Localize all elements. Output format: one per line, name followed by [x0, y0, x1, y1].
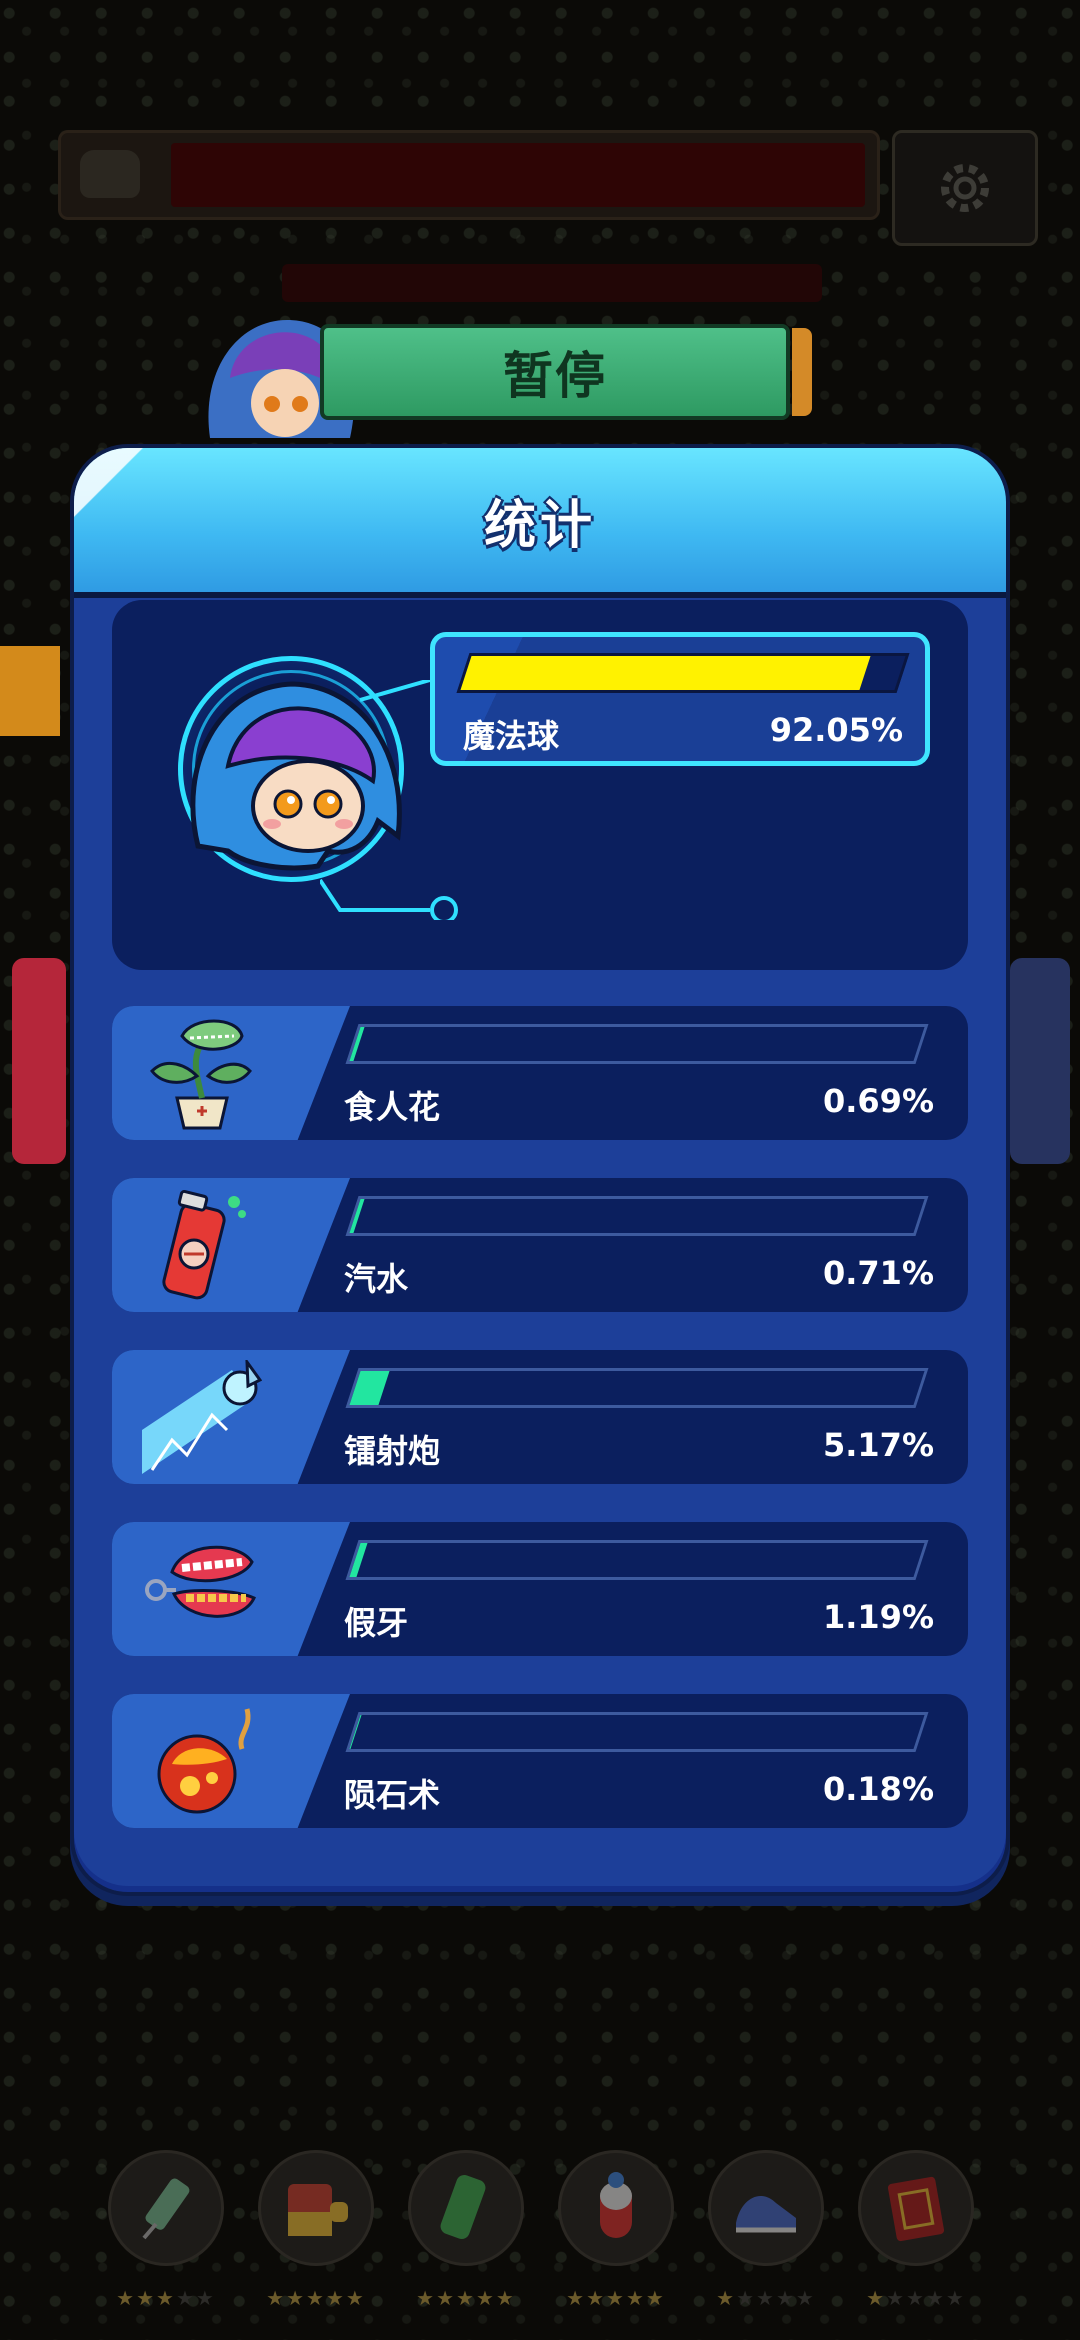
- weapon-name: 陨石术: [344, 1776, 441, 1814]
- false-teeth-icon: [145, 1545, 256, 1618]
- panel-title: 统计: [483, 495, 596, 556]
- main-weapon-percent: 92.05%: [769, 711, 903, 749]
- carnivorous-plant-icon: [150, 1019, 252, 1130]
- equipment-slot[interactable]: [708, 2150, 824, 2266]
- star-empty-icon: ★: [945, 2286, 966, 2310]
- pill-capsule-icon: [600, 2172, 632, 2238]
- equipment-slot[interactable]: [258, 2150, 374, 2266]
- weapon-bar-fill: [349, 1371, 390, 1405]
- weapon-name: 汽水: [344, 1260, 409, 1298]
- sneaker-icon: [736, 2195, 796, 2233]
- star-filled-icon: ★: [716, 2286, 737, 2310]
- star-filled-icon: ★: [436, 2286, 457, 2310]
- equipment-slot[interactable]: [858, 2150, 974, 2266]
- star-empty-icon: ★: [775, 2286, 796, 2310]
- star-filled-icon: ★: [156, 2286, 176, 2310]
- settings-button[interactable]: [892, 130, 1038, 246]
- star-filled-icon: ★: [345, 2286, 366, 2310]
- star-empty-icon: ★: [886, 2286, 907, 2310]
- star-filled-icon: ★: [286, 2286, 307, 2310]
- weapon-bar: [345, 1024, 929, 1064]
- star-filled-icon: ★: [566, 2286, 587, 2310]
- equipment-slot[interactable]: [408, 2150, 524, 2266]
- kungfu-book-icon: [887, 2176, 945, 2242]
- star-rating: ★★★★★: [401, 2286, 531, 2310]
- weapon-percent: 0.71%: [822, 1254, 934, 1292]
- weapon-name: 假牙: [344, 1604, 409, 1642]
- star-empty-icon: ★: [906, 2286, 926, 2310]
- main-weapon-bar: [456, 653, 910, 693]
- weapon-bar-fill: [349, 1543, 368, 1577]
- star-filled-icon: ★: [416, 2286, 437, 2310]
- panel-header: 统计: [74, 448, 1006, 598]
- skull-icon: [80, 150, 140, 198]
- star-empty-icon: ★: [795, 2286, 816, 2310]
- meteor-icon: [157, 1708, 251, 1814]
- side-card-right: [1010, 958, 1070, 1164]
- star-filled-icon: ★: [306, 2286, 326, 2310]
- weapon-row: 假牙 1.19%: [112, 1522, 968, 1656]
- boss-health-bar: [58, 130, 880, 220]
- main-weapon-name: 魔法球: [463, 717, 560, 755]
- weapon-percent: 0.69%: [822, 1082, 934, 1120]
- star-filled-icon: ★: [475, 2286, 496, 2310]
- syringe-icon: [142, 2178, 190, 2240]
- weapon-percent: 1.19%: [822, 1598, 934, 1636]
- star-rating: ★★★★★: [101, 2286, 231, 2310]
- side-card-left: [12, 958, 66, 1164]
- star-filled-icon: ★: [866, 2286, 887, 2310]
- weapon-bar: [345, 1540, 929, 1580]
- weapon-name: 镭射炮: [344, 1432, 441, 1470]
- star-filled-icon: ★: [136, 2286, 157, 2310]
- star-filled-icon: ★: [606, 2286, 626, 2310]
- star-filled-icon: ★: [456, 2286, 476, 2310]
- main-weapon-stat: 魔法球 92.05%: [430, 632, 930, 766]
- pause-button[interactable]: 暂停: [320, 324, 812, 420]
- star-rating: ★★★★★: [851, 2286, 981, 2310]
- weapon-bar: [345, 1368, 929, 1408]
- weapon-name: 食人花: [344, 1088, 441, 1126]
- star-rating: ★★★★★: [551, 2286, 681, 2310]
- green-canister-icon: [440, 2174, 486, 2240]
- soda-can-icon: [162, 1189, 246, 1300]
- star-rating: ★★★★★: [701, 2286, 831, 2310]
- star-filled-icon: ★: [586, 2286, 607, 2310]
- equipment-slot[interactable]: [108, 2150, 224, 2266]
- wave-progress-bar: [282, 264, 822, 302]
- star-filled-icon: ★: [116, 2286, 137, 2310]
- equipment-slot[interactable]: [558, 2150, 674, 2266]
- gear-icon: [941, 164, 989, 212]
- weapon-bar-fill: [349, 1027, 365, 1061]
- star-empty-icon: ★: [756, 2286, 776, 2310]
- star-empty-icon: ★: [925, 2286, 946, 2310]
- weapon-bar: [345, 1712, 929, 1752]
- star-filled-icon: ★: [495, 2286, 516, 2310]
- weapon-bar-fill: [349, 1199, 365, 1233]
- weapon-bar-fill: [349, 1715, 362, 1749]
- weapon-percent: 0.18%: [822, 1770, 934, 1808]
- star-filled-icon: ★: [625, 2286, 646, 2310]
- star-empty-icon: ★: [195, 2286, 216, 2310]
- weapon-row: 陨石术 0.18%: [112, 1694, 968, 1828]
- star-empty-icon: ★: [736, 2286, 757, 2310]
- side-marker: [0, 646, 60, 736]
- equipment-bar: ★★★★★ ★★★★★ ★★★★★ ★★★★★ ★★★★★ ★★★★★: [108, 2150, 988, 2310]
- star-rating: ★★★★★: [251, 2286, 381, 2310]
- star-filled-icon: ★: [645, 2286, 666, 2310]
- weapon-row: 镭射炮 5.17%: [112, 1350, 968, 1484]
- star-empty-icon: ★: [175, 2286, 196, 2310]
- weapon-row: 汽水 0.71%: [112, 1178, 968, 1312]
- laser-cannon-icon: [142, 1360, 262, 1474]
- weapon-bar: [345, 1196, 929, 1236]
- weapon-row: 食人花 0.69%: [112, 1006, 968, 1140]
- star-filled-icon: ★: [266, 2286, 287, 2310]
- main-weapon-bar-fill: [460, 656, 872, 690]
- weapon-percent: 5.17%: [822, 1426, 934, 1464]
- battery-icon: [288, 2184, 348, 2236]
- star-filled-icon: ★: [325, 2286, 346, 2310]
